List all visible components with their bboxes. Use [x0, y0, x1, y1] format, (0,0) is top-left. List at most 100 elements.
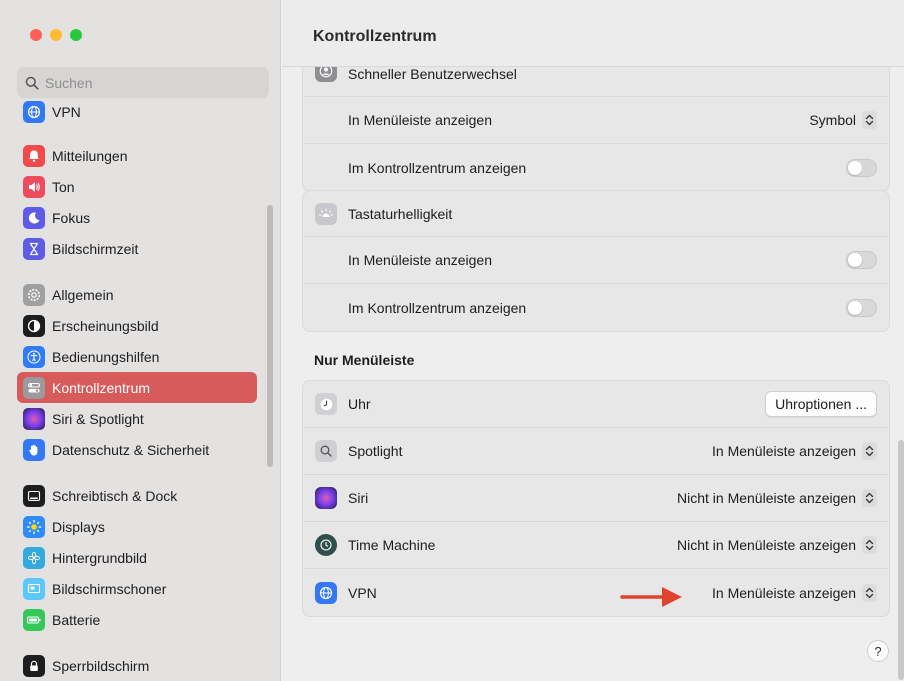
sidebar-item-label: Bedienungshilfen	[52, 348, 160, 365]
sidebar-item-ton[interactable]: Ton	[17, 171, 257, 202]
hourglass-icon	[23, 237, 45, 260]
user-switching-title: Schneller Benutzerwechsel	[348, 66, 517, 82]
sidebar-item-label: Displays	[52, 518, 105, 535]
sidebar-item-label: Allgemein	[52, 286, 114, 303]
accessibility-icon	[23, 345, 45, 368]
row-label: Siri	[348, 490, 369, 506]
clock-options-button[interactable]: Uhroptionen ...	[765, 391, 877, 417]
time-machine-icon	[315, 534, 337, 556]
help-button[interactable]: ?	[867, 640, 889, 662]
keyboard-brightness-title: Tastaturhelligkeit	[348, 205, 453, 222]
row-keyboard-menubar: In Menüleiste anzeigen	[303, 237, 889, 284]
group-user-switching: Schneller Benutzerwechsel In Menüleiste …	[302, 50, 890, 192]
zoom-button[interactable]	[70, 29, 82, 41]
bell-icon	[23, 144, 45, 167]
row-user-switch-menubar: In Menüleiste anzeigen Symbol	[303, 97, 889, 144]
vpn-select[interactable]: In Menüleiste anzeigen	[712, 583, 877, 602]
user-switch-control-center-toggle[interactable]	[846, 158, 877, 177]
sun-icon	[23, 515, 45, 538]
hand-icon	[23, 438, 45, 461]
sidebar-item-fokus[interactable]: Fokus	[17, 202, 257, 233]
row-label: In Menüleiste anzeigen	[348, 112, 492, 128]
sidebar-scrollbar[interactable]	[267, 205, 273, 467]
sidebar-item-erscheinungsbild[interactable]: Erscheinungsbild	[17, 310, 257, 341]
annotation-arrow-icon	[620, 587, 682, 607]
siri-icon	[315, 487, 337, 509]
siri-icon	[23, 407, 45, 430]
time-machine-select[interactable]: Nicht in Menüleiste anzeigen	[677, 536, 877, 554]
row-label: Uhr	[348, 396, 371, 412]
spotlight-icon	[315, 440, 337, 462]
globe-icon	[315, 581, 337, 604]
sidebar-item-label: Mitteilungen	[52, 147, 128, 164]
speaker-icon	[23, 175, 45, 198]
sidebar-item-label: Ton	[52, 178, 75, 195]
group-keyboard-brightness: Tastaturhelligkeit In Menüleiste anzeige…	[302, 190, 890, 332]
battery-icon	[23, 608, 45, 631]
select-value: Symbol	[809, 112, 856, 128]
sidebar-item-displays[interactable]: Displays	[17, 511, 257, 542]
sidebar-item-batterie[interactable]: Batterie	[17, 604, 257, 635]
keyboard-menubar-toggle[interactable]	[846, 251, 877, 269]
sidebar-item-bildschirmschoner[interactable]: Bildschirmschoner	[17, 573, 257, 604]
row-time-machine: Time Machine Nicht in Menüleiste anzeige…	[303, 522, 889, 569]
sidebar-item-sperrbildschirm[interactable]: Sperrbildschirm	[17, 650, 257, 681]
gear-icon	[23, 283, 45, 306]
sidebar-item-label: Kontrollzentrum	[52, 379, 151, 396]
row-user-switch-control-center: Im Kontrollzentrum anzeigen	[303, 144, 889, 191]
sidebar-item-label: Siri & Spotlight	[52, 410, 144, 427]
sidebar-item-allgemein[interactable]: Allgemein	[17, 279, 257, 310]
sidebar-item-label: Fokus	[52, 209, 91, 226]
siri-select[interactable]: Nicht in Menüleiste anzeigen	[677, 489, 877, 507]
globe-icon	[23, 101, 45, 123]
lock-icon	[23, 654, 45, 677]
select-value: In Menüleiste anzeigen	[712, 443, 856, 459]
row-label: Time Machine	[348, 537, 436, 553]
menubar-only-heading: Nur Menüleiste	[314, 352, 415, 368]
row-label: Im Kontrollzentrum anzeigen	[348, 159, 527, 176]
window-controls	[30, 29, 82, 41]
sidebar-item-label: Hintergrundbild	[52, 549, 147, 566]
chevron-updown-icon	[862, 536, 877, 554]
group-menubar-only: Uhr Uhroptionen ... Spotlight In Menülei…	[302, 380, 890, 617]
row-keyboard-control-center: Im Kontrollzentrum anzeigen	[303, 284, 889, 331]
search-input[interactable]	[45, 74, 245, 91]
sidebar-item-bildschirmzeit[interactable]: Bildschirmzeit	[17, 233, 257, 264]
sidebar-item-label: VPN	[52, 104, 81, 120]
chevron-updown-icon	[862, 489, 877, 507]
sidebar-item-siri-spotlight[interactable]: Siri & Spotlight	[17, 403, 257, 434]
minimize-button[interactable]	[50, 29, 62, 41]
titlebar: Kontrollzentrum	[282, 0, 904, 67]
row-uhr: Uhr Uhroptionen ...	[303, 381, 889, 428]
search-icon	[25, 76, 39, 90]
search-field[interactable]	[17, 67, 269, 98]
keyboard-control-center-toggle[interactable]	[846, 298, 877, 317]
sidebar: VPN Mitteilungen Ton Fokus	[0, 0, 281, 681]
flower-icon	[23, 546, 45, 569]
row-siri: Siri Nicht in Menüleiste anzeigen	[303, 475, 889, 522]
sidebar-item-label: Batterie	[52, 611, 101, 628]
sidebar-item-schreibtisch-dock[interactable]: Schreibtisch & Dock	[17, 480, 257, 511]
main-scrollbar[interactable]	[898, 440, 904, 680]
moon-icon	[23, 206, 45, 229]
sidebar-item-label: Bildschirmzeit	[52, 240, 139, 257]
sidebar-item-bedienungshilfen[interactable]: Bedienungshilfen	[17, 341, 257, 372]
sidebar-item-kontrollzentrum[interactable]: Kontrollzentrum	[17, 372, 257, 403]
close-button[interactable]	[30, 29, 42, 41]
sidebar-item-datenschutz[interactable]: Datenschutz & Sicherheit	[17, 434, 257, 465]
spotlight-select[interactable]: In Menüleiste anzeigen	[712, 442, 877, 460]
settings-window: VPN Mitteilungen Ton Fokus	[0, 0, 904, 681]
row-keyboard-header: Tastaturhelligkeit	[303, 191, 889, 237]
row-label: Spotlight	[348, 443, 403, 459]
sidebar-item-hintergrundbild[interactable]: Hintergrundbild	[17, 542, 257, 573]
sidebar-item-vpn[interactable]: VPN	[17, 98, 257, 126]
row-spotlight: Spotlight In Menüleiste anzeigen	[303, 428, 889, 475]
dock-icon	[23, 484, 45, 507]
user-switch-menubar-select[interactable]: Symbol	[809, 111, 877, 129]
sidebar-nav: VPN Mitteilungen Ton Fokus Bildschirmzei…	[17, 100, 257, 681]
sidebar-item-mitteilungen[interactable]: Mitteilungen	[17, 140, 257, 171]
sidebar-item-label: Datenschutz & Sicherheit	[52, 441, 210, 458]
sidebar-item-label: Erscheinungsbild	[52, 317, 159, 334]
select-value: Nicht in Menüleiste anzeigen	[677, 490, 856, 506]
clock-icon	[315, 393, 337, 415]
